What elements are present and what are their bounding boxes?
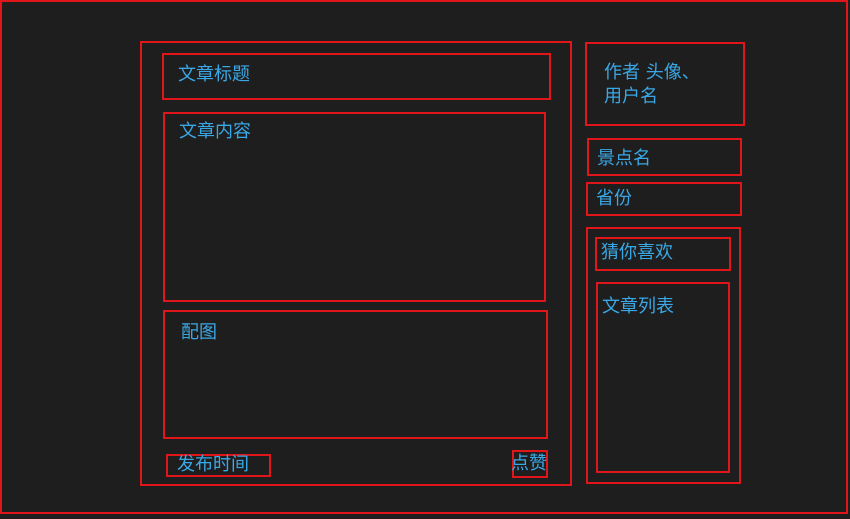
scenic-spot-label: 景点名 xyxy=(597,148,651,169)
province-label: 省份 xyxy=(596,188,632,209)
recommend-title-label: 猜你喜欢 xyxy=(601,242,673,263)
article-content-label: 文章内容 xyxy=(179,121,251,142)
article-list-label: 文章列表 xyxy=(602,296,674,317)
like-label[interactable]: 点赞 xyxy=(511,452,547,476)
author-label-line1: 作者 头像、 xyxy=(604,62,700,83)
article-image-label: 配图 xyxy=(181,322,217,343)
publish-time-label: 发布时间 xyxy=(177,454,249,475)
author-label-line2: 用户名 xyxy=(604,86,658,107)
article-image-box xyxy=(163,310,548,439)
article-title-label: 文章标题 xyxy=(178,64,250,85)
